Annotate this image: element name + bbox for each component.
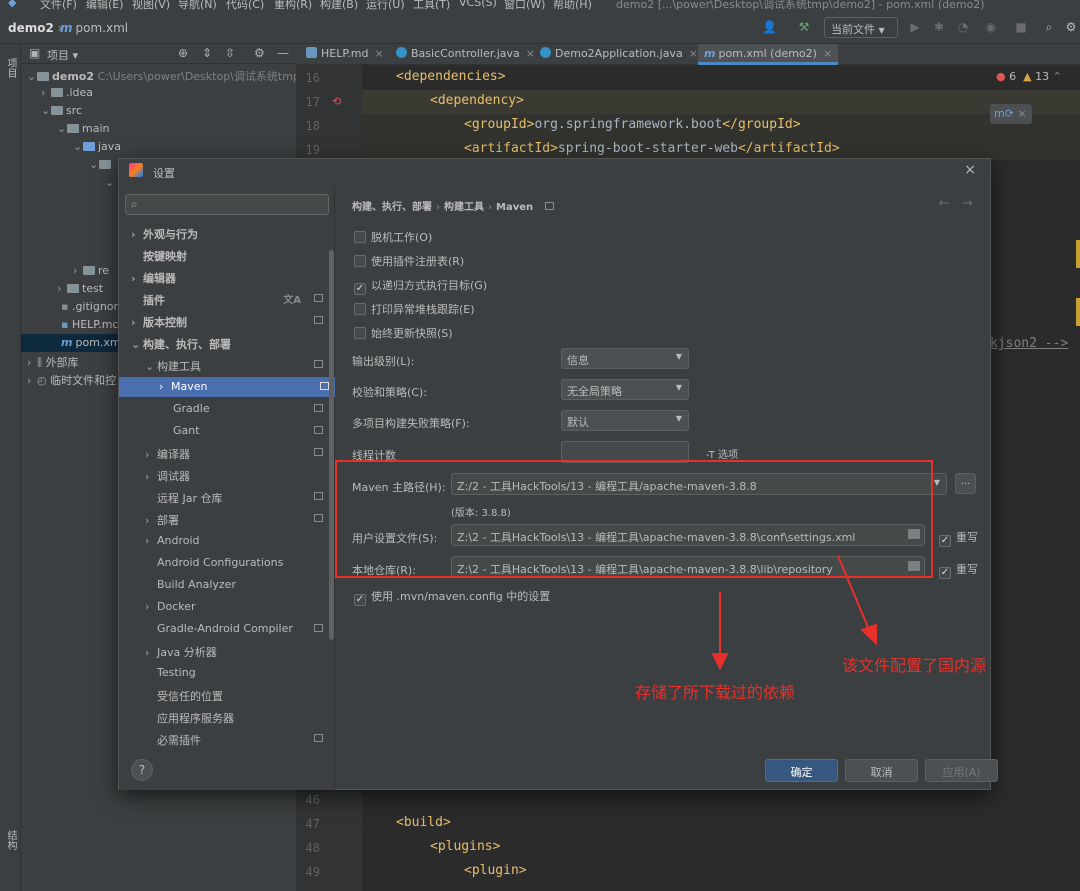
annotation-repo-note: 存储了所下载过的依赖 (635, 683, 796, 702)
annotation-arrowhead (860, 623, 877, 646)
annotation-arrow-settings (837, 555, 871, 633)
annotation-arrows (711, 555, 877, 671)
annotation-settings-note: 该文件配置了国内源 (842, 656, 987, 675)
annotation-arrowhead (711, 653, 729, 671)
